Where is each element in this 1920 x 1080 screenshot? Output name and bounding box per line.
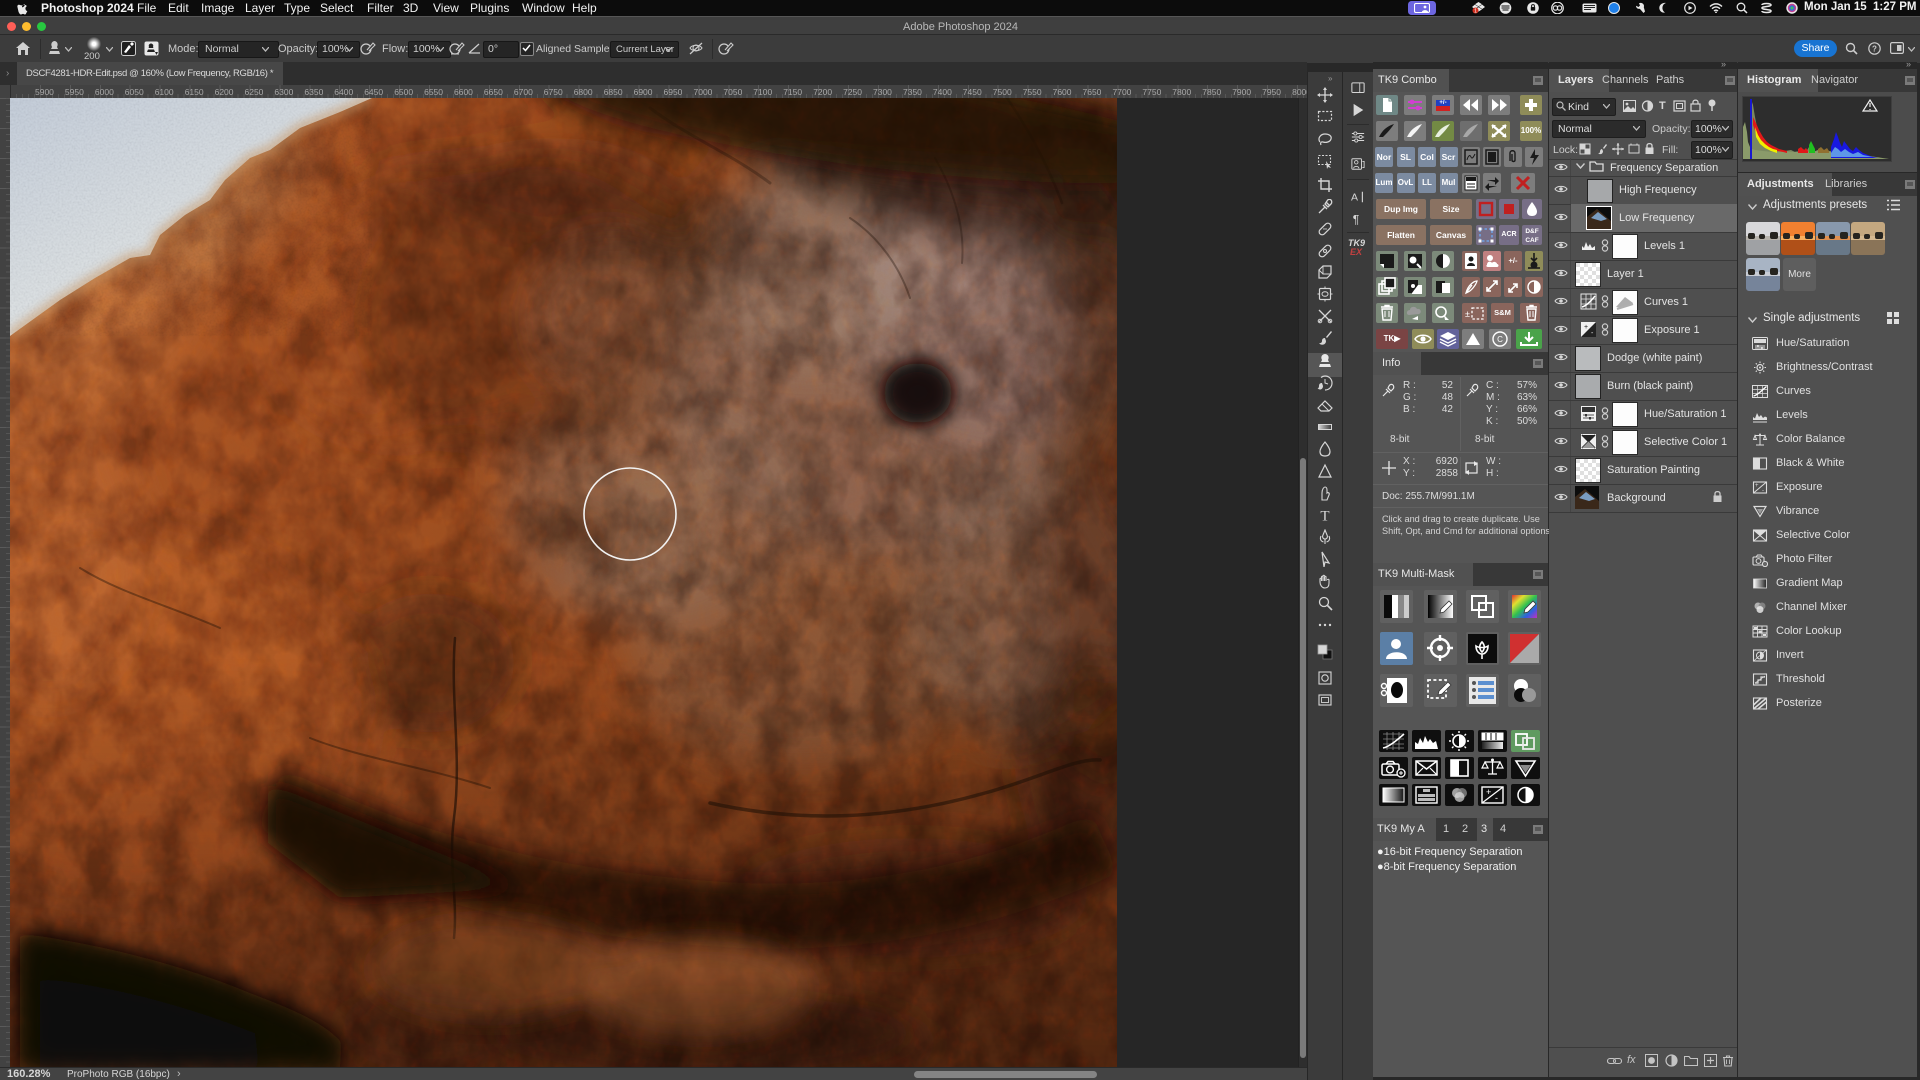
svg-text:C: C <box>1497 335 1503 344</box>
svg-text:+: + <box>1755 483 1759 489</box>
svg-text:T: T <box>1320 509 1329 524</box>
svg-text:¶: ¶ <box>1353 212 1360 226</box>
svg-text:+: + <box>1486 787 1491 797</box>
svg-text:1: 1 <box>1474 9 1477 14</box>
svg-text:-: - <box>1495 793 1498 803</box>
svg-text:A: A <box>1351 192 1358 204</box>
svg-text:±: ± <box>1465 309 1470 319</box>
svg-text:+/-: +/- <box>1439 100 1446 106</box>
svg-text:-: - <box>1762 488 1764 494</box>
svg-text:?: ? <box>1872 44 1877 53</box>
svg-text:+: + <box>1584 324 1588 331</box>
